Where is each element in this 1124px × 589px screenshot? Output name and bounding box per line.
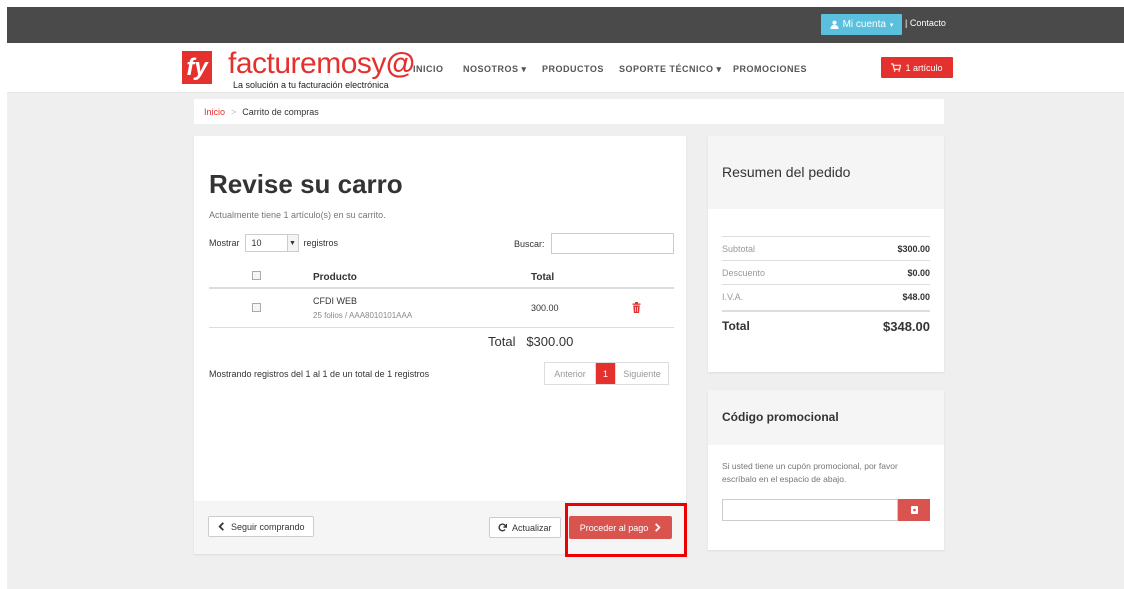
annotation-highlight-box: [565, 503, 687, 557]
column-header-product[interactable]: Producto: [313, 272, 357, 283]
top-bar: Mi cuenta ▾ | Contacto: [7, 7, 1124, 43]
cart-button[interactable]: 1 artículo: [881, 57, 953, 78]
product-name: CFDI WEB: [313, 296, 357, 306]
pagination-next[interactable]: Siguiente: [615, 363, 668, 384]
table-header: Producto Total: [209, 266, 674, 289]
contact-link[interactable]: | Contacto: [905, 18, 946, 28]
table-row: CFDI WEB 25 folios / AAA8010101AAA 300.0…: [209, 291, 674, 328]
nav-item-productos[interactable]: PRODUCTOS: [542, 64, 604, 74]
records-label: registros: [303, 238, 339, 248]
grand-total-value: $300.00: [526, 334, 574, 349]
nav-item-nosotros[interactable]: NOSOTROS ▾: [463, 64, 527, 75]
order-summary-title: Resumen del pedido: [722, 164, 851, 180]
product-total: 300.00: [531, 303, 559, 313]
search-label: Buscar:: [514, 239, 545, 249]
continue-shopping-button[interactable]: Seguir comprando: [208, 516, 314, 537]
page-title: Revise su carro: [209, 169, 403, 199]
update-cart-label: Actualizar: [512, 522, 552, 533]
cart-grand-total: Total $300.00: [488, 334, 573, 349]
logo-at: @: [385, 47, 415, 80]
grand-total-label: Total: [488, 334, 516, 349]
cart-label: 1 artículo: [905, 62, 943, 73]
breadcrumb-home[interactable]: Inicio: [204, 107, 225, 117]
summary-row-total: Total $348.00: [722, 310, 930, 340]
logo-mark[interactable]: fy: [182, 51, 212, 84]
summary-row-subtotal: Subtotal $300.00: [722, 236, 930, 260]
nav-item-soporte[interactable]: SOPORTE TÉCNICO ▾: [619, 64, 722, 75]
main-navbar: fy facturemosy@ La solución a tu factura…: [7, 43, 1124, 93]
summary-total-label: Total: [722, 319, 750, 333]
account-button[interactable]: Mi cuenta ▾: [821, 14, 902, 35]
summary-label: Subtotal: [722, 243, 756, 254]
logo-letters: fy: [186, 53, 208, 81]
continue-shopping-label: Seguir comprando: [231, 521, 305, 532]
product-description: 25 folios / AAA8010101AAA: [313, 311, 413, 320]
promo-code-text: Si usted tiene un cupón promocional, por…: [722, 461, 898, 484]
row-checkbox[interactable]: [252, 303, 261, 312]
nav-item-inicio[interactable]: INICIO: [413, 64, 444, 74]
summary-label: I.V.A.: [722, 291, 744, 302]
refresh-icon: [498, 523, 507, 532]
logo-wordmark[interactable]: facturemosy@: [228, 48, 415, 80]
column-header-total[interactable]: Total: [531, 272, 554, 283]
chevron-down-icon: ▾: [889, 21, 894, 29]
breadcrumb: Inicio > Carrito de compras: [194, 99, 944, 124]
records-info: Mostrando registros del 1 al 1 de un tot…: [209, 369, 430, 379]
pagination: Anterior 1 Siguiente: [544, 362, 670, 385]
chevron-left-icon: [218, 522, 224, 531]
apply-promo-button[interactable]: [898, 499, 930, 521]
summary-value: $48.00: [902, 291, 930, 302]
summary-value: $300.00: [897, 243, 930, 254]
show-label: Mostrar: [209, 238, 240, 248]
breadcrumb-current: Carrito de compras: [242, 106, 319, 117]
promo-code-header: Código promocional: [708, 390, 944, 445]
select-all-checkbox[interactable]: [252, 271, 261, 280]
summary-row-discount: Descuento $0.00: [722, 260, 930, 284]
summary-value: $0.00: [907, 267, 930, 278]
summary-label: Descuento: [722, 267, 766, 278]
chevron-down-icon: ▼: [286, 235, 298, 251]
breadcrumb-separator: >: [231, 106, 237, 117]
pagination-current[interactable]: 1: [595, 363, 616, 384]
page-size-control: Mostrar 10 ▼ registros: [209, 234, 338, 252]
summary-total-value: $348.00: [883, 318, 930, 334]
order-summary-panel: Resumen del pedido Subtotal $300.00 Desc…: [708, 136, 944, 372]
page-size-value: 10: [251, 238, 262, 248]
nav-item-promociones[interactable]: PROMOCIONES: [733, 64, 807, 74]
logo-tagline: La solución a tu facturación electrónica: [233, 80, 389, 90]
trash-icon[interactable]: [632, 302, 641, 313]
cart-subtitle: Actualmente tiene 1 artículo(s) en su ca…: [209, 210, 386, 220]
ticket-icon: [910, 506, 918, 514]
browser-viewport: Mi cuenta ▾ | Contacto fy facturemosy@ L…: [7, 7, 1124, 589]
promo-code-title: Código promocional: [722, 410, 839, 424]
promo-code-panel: Código promocional Si usted tiene un cup…: [708, 390, 944, 550]
page-size-select[interactable]: 10 ▼: [244, 234, 299, 252]
cart-panel: Revise su carro Actualmente tiene 1 artí…: [194, 136, 686, 554]
cart-icon: [891, 63, 902, 72]
pagination-prev[interactable]: Anterior: [545, 363, 595, 384]
summary-row-tax: I.V.A. $48.00: [722, 284, 930, 308]
update-cart-button[interactable]: Actualizar: [489, 517, 561, 538]
order-summary-header: Resumen del pedido: [708, 136, 944, 209]
promo-code-input[interactable]: [722, 499, 898, 521]
user-icon: [830, 20, 839, 29]
logo-name: facturemosy: [228, 47, 386, 80]
account-label: Mi cuenta: [842, 19, 886, 30]
search-input[interactable]: [551, 233, 674, 254]
